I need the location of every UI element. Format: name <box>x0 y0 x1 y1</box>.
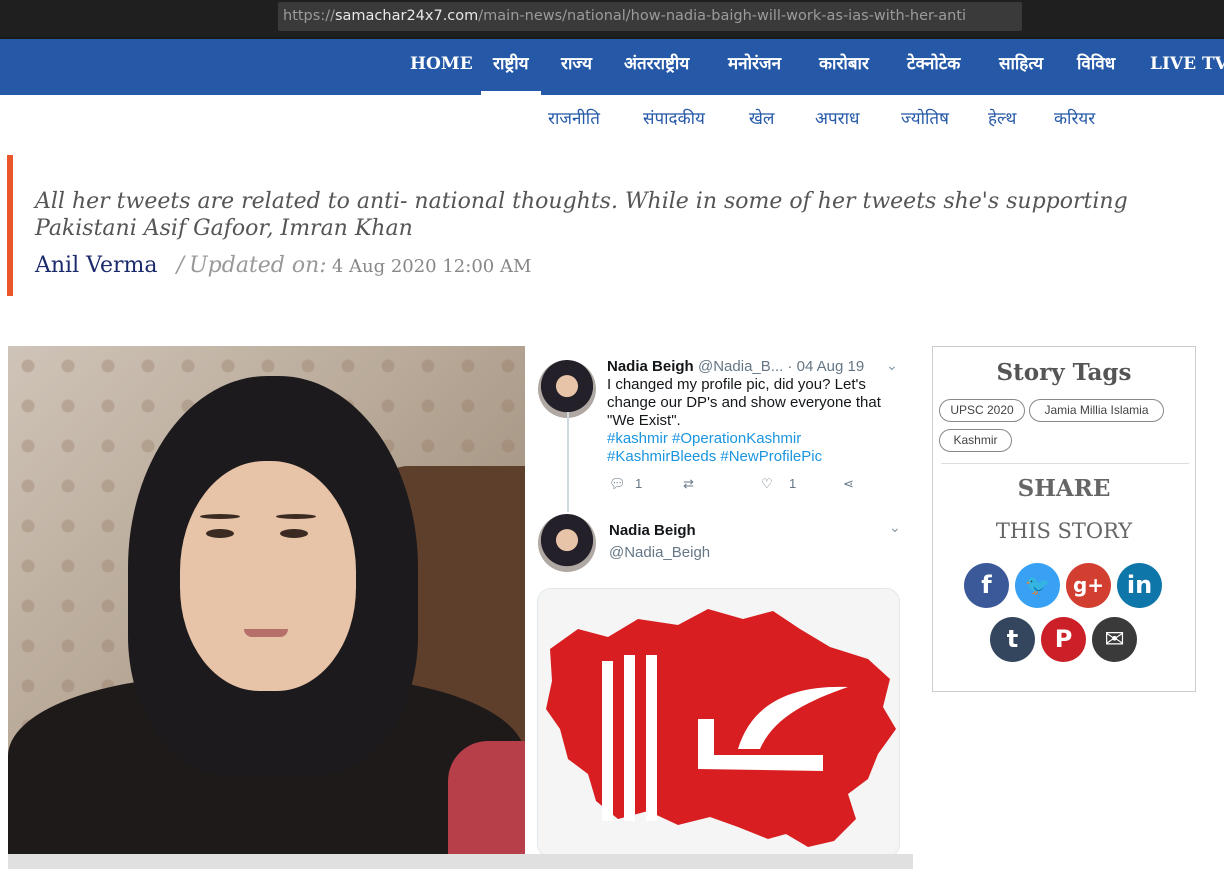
subnav-item-career[interactable]: करियर <box>1054 106 1095 129</box>
article-summary: All her tweets are related to anti- nati… <box>35 189 1128 241</box>
subnav-item-crime[interactable]: अपराध <box>815 106 859 129</box>
tweet-handle-2: @Nadia_Beigh <box>609 544 711 561</box>
nav-item-national[interactable]: राष्ट्रीय <box>481 39 540 95</box>
url-host: samachar24x7.com <box>334 8 479 24</box>
subnav-item-politics[interactable]: राजनीति <box>548 106 600 129</box>
pinterest-icon[interactable]: P <box>1041 617 1086 662</box>
updated-label: Updated on: <box>189 253 327 278</box>
retweet-icon: ⇄ <box>683 476 694 491</box>
linkedin-icon[interactable]: in <box>1117 563 1162 608</box>
address-input[interactable]: https://samachar24x7.com/main-news/natio… <box>278 2 1022 31</box>
reply-count: 1 <box>635 476 643 491</box>
sidebar: Story Tags UPSC 2020 Jamia Millia Islami… <box>932 346 1196 692</box>
tweet-avatar <box>538 360 596 418</box>
google-plus-icon[interactable]: g+ <box>1066 563 1111 608</box>
tweet-handle-date: @Nadia_B... · 04 Aug 19 <box>698 358 865 375</box>
tweet-screenshot: Nadia Beigh @Nadia_B... · 04 Aug 19 ⌄ I … <box>525 346 913 854</box>
thread-line <box>567 412 569 512</box>
updated-date: 4 Aug 2020 12:00 AM <box>331 256 532 277</box>
tweet-hashtags: #kashmir #OperationKashmir #KashmirBleed… <box>607 430 823 465</box>
nav-item-entertainment[interactable]: मनोरंजन <box>728 39 781 95</box>
tweet-avatar-2 <box>538 514 596 572</box>
tumblr-icon[interactable]: t <box>990 617 1035 662</box>
nav-item-business[interactable]: कारोबार <box>819 39 869 95</box>
tag-kashmir[interactable]: Kashmir <box>939 429 1012 452</box>
main-nav: HOME राष्ट्रीय राज्य अंतरराष्ट्रीय मनोरं… <box>0 37 1224 95</box>
subnav-item-astrology[interactable]: ज्योतिष <box>901 106 949 129</box>
email-icon[interactable]: ✉ <box>1092 617 1137 662</box>
share-title: SHARE <box>1017 475 1111 502</box>
nav-item-international[interactable]: अंतरराष्ट्रीय <box>624 39 689 95</box>
hero-image: Nadia Beigh @Nadia_B... · 04 Aug 19 ⌄ I … <box>8 346 913 869</box>
subnav-item-health[interactable]: हेल्थ <box>988 106 1016 129</box>
subnav-item-sports[interactable]: खेल <box>749 106 774 129</box>
portrait-photo <box>8 346 525 854</box>
nav-item-live-tv[interactable]: LIVE TV <box>1150 39 1224 95</box>
url-prefix: https:// <box>283 8 335 24</box>
tag-jamia-millia-islamia[interactable]: Jamia Millia Islamia <box>1029 399 1164 422</box>
url-path: /main-news/national/how-nadia-baigh-will… <box>478 8 967 24</box>
chevron-down-icon: ⌄ <box>886 358 898 374</box>
tweet-actions: 💬︎ 1 ⇄ ♡ 1 ⋖ <box>609 474 869 496</box>
sidebar-divider <box>941 463 1189 464</box>
tweet-author-name: Nadia Beigh <box>607 358 694 375</box>
browser-url-bar: https://samachar24x7.com/main-news/natio… <box>0 0 1224 37</box>
subnav-item-editorial[interactable]: संपादकीय <box>643 106 705 129</box>
author-link[interactable]: Anil Verma <box>35 253 158 278</box>
byline-separator: / <box>176 253 185 278</box>
nav-item-literature[interactable]: साहित्य <box>999 39 1043 95</box>
reply-icon: 💬︎ <box>609 476 626 491</box>
facebook-icon[interactable]: f <box>964 563 1009 608</box>
story-tags-title: Story Tags <box>996 359 1132 386</box>
tweet-text: I changed my profile pic, did you? Let's… <box>607 376 881 429</box>
nav-item-misc[interactable]: विविध <box>1077 39 1115 95</box>
chevron-down-icon-2: ⌄ <box>889 520 901 536</box>
tag-upsc-2020[interactable]: UPSC 2020 <box>939 399 1025 422</box>
share-subtitle: THIS STORY <box>995 519 1133 543</box>
share-icon: ⋖ <box>843 476 854 491</box>
nav-item-home[interactable]: HOME <box>410 39 473 95</box>
like-count: 1 <box>789 476 797 491</box>
like-icon: ♡ <box>761 476 773 491</box>
nav-item-technotech[interactable]: टेक्नोटेक <box>907 39 960 95</box>
twitter-icon[interactable]: 🐦 <box>1015 563 1060 608</box>
tweet-author-name-2: Nadia Beigh <box>609 522 696 539</box>
byline: Anil Verma / Updated on: 4 Aug 2020 12:0… <box>35 253 531 278</box>
tweet-image-card <box>537 588 900 854</box>
summary-accent-bar <box>7 155 13 296</box>
nav-item-state[interactable]: राज्य <box>561 39 592 95</box>
kashmir-map-graphic <box>546 609 896 847</box>
